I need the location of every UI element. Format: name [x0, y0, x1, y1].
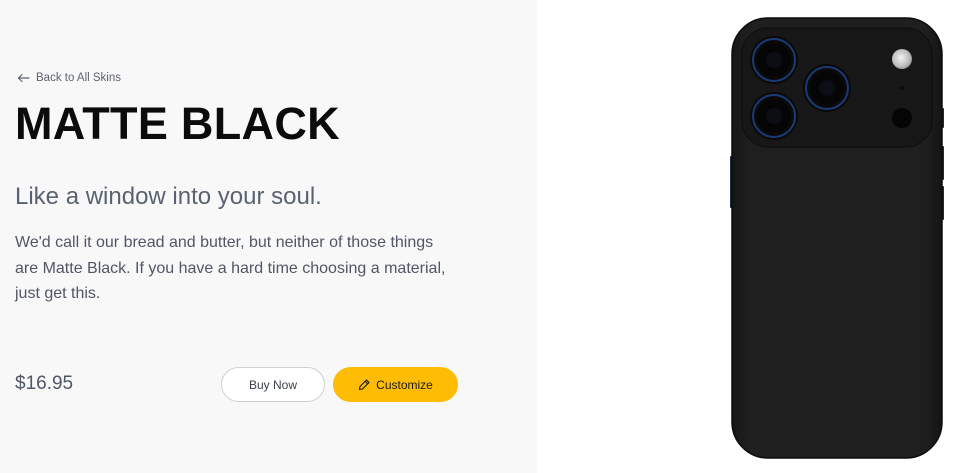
camera-lens-1	[750, 36, 798, 84]
product-page: Back to All Skins MATTE BLACK Like a win…	[0, 0, 960, 473]
product-title: MATTE BLACK	[15, 98, 340, 149]
phone-skin-preview	[727, 16, 947, 460]
camera-lens-2	[803, 64, 851, 112]
arrow-left-icon	[17, 73, 30, 83]
product-info-panel: Back to All Skins MATTE BLACK Like a win…	[0, 0, 537, 473]
product-price: $16.95	[15, 373, 74, 394]
customize-button[interactable]: Customize	[333, 367, 458, 402]
product-tagline: Like a window into your soul.	[15, 183, 322, 210]
customize-label: Customize	[376, 377, 433, 392]
camera-lens-3	[750, 92, 798, 140]
buy-now-label: Buy Now	[248, 377, 298, 392]
back-to-all-skins-link[interactable]: Back to All Skins	[17, 72, 121, 84]
pen-icon	[358, 378, 370, 391]
back-link-label: Back to All Skins	[36, 72, 122, 84]
product-description: We'd call it our bread and butter, but n…	[15, 234, 446, 302]
buy-now-button[interactable]: Buy Now	[221, 367, 325, 402]
